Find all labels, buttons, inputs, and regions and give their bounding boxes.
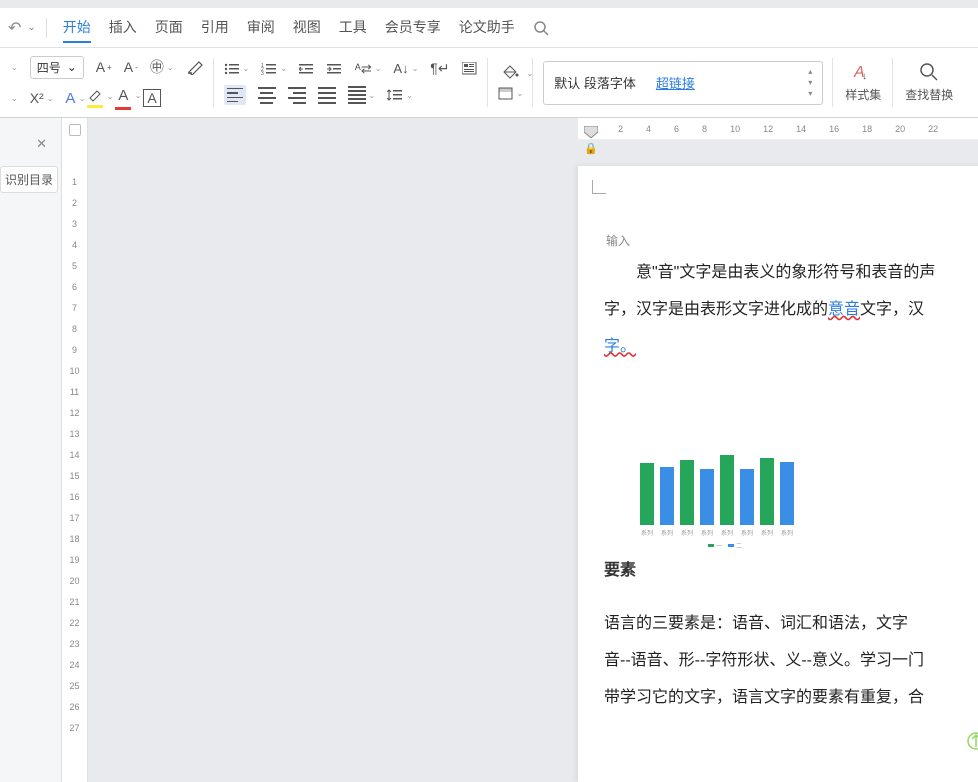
tab-8[interactable]: 论文助手: [459, 13, 515, 43]
sort-button[interactable]: A↓⌄: [393, 61, 418, 76]
shading-button[interactable]: ⌄: [498, 65, 524, 79]
close-panel-icon[interactable]: ✕: [36, 136, 47, 152]
font-size-select[interactable]: 四号⌄: [30, 56, 84, 79]
style-scroll-down-icon[interactable]: ▾: [808, 78, 812, 87]
chart-bar: [760, 458, 774, 526]
chart-bar: [780, 462, 794, 525]
numbered-list-button[interactable]: 123⌄: [261, 62, 287, 76]
decrease-indent-button[interactable]: [299, 62, 315, 76]
subscript-button[interactable]: ⌄: [10, 94, 18, 103]
highlight-color-button[interactable]: ⌄: [87, 88, 103, 108]
align-center-button[interactable]: [258, 87, 276, 104]
font-color-button[interactable]: A⌄: [115, 87, 131, 110]
svg-text:3: 3: [261, 71, 264, 76]
paragraph-2[interactable]: 语言的三要素是：语音、词汇和语法，文字 音--语音、形--字符形状、义--意义。…: [604, 606, 978, 716]
divider: [46, 18, 47, 38]
decrease-font-button[interactable]: A-: [124, 59, 138, 75]
tab-2[interactable]: 页面: [155, 13, 183, 43]
heading-elements[interactable]: 要素: [604, 556, 978, 580]
style-gallery[interactable]: 默认 段落字体 超链接 ▴ ▾ ▾: [543, 61, 823, 105]
style-set-icon: A↓: [852, 62, 874, 82]
tab-1[interactable]: 插入: [109, 13, 137, 43]
char-border-button[interactable]: A: [143, 89, 160, 107]
page-corner-icon: [592, 180, 606, 194]
chart-bar: [700, 469, 714, 525]
distribute-button[interactable]: ⌄: [348, 86, 376, 104]
clear-format-button[interactable]: [186, 59, 204, 75]
style-set-button[interactable]: A↓ 样式集: [833, 48, 893, 117]
toc-button[interactable]: 识别目录: [0, 166, 58, 193]
font-dropdown[interactable]: ⌄: [10, 63, 18, 72]
style-hyperlink[interactable]: 超链接: [656, 73, 695, 92]
chart-bar: [680, 460, 694, 525]
tab-0[interactable]: 开始: [63, 13, 91, 43]
tab-5[interactable]: 视图: [293, 13, 321, 43]
phonetic-guide-button[interactable]: ㊥⌄: [150, 57, 174, 77]
table-of-contents-button[interactable]: [462, 62, 478, 76]
ruler-origin-icon: [69, 124, 81, 136]
chart-bar: [740, 469, 754, 525]
toolbar: ⌄ 四号⌄ A+ A- ㊥⌄ ⌄ X²⌄ A⌄ ⌄ A⌄ A ⌄ 123⌄ ᴬ⇄…: [0, 48, 978, 118]
paragraph-1[interactable]: 意"音"文字是由表义的象形符号和表音的声 字，汉字是由表形文字进化成的意音文字，…: [604, 255, 978, 365]
chart-bar: [640, 463, 654, 525]
align-justify-button[interactable]: [318, 87, 336, 104]
outline-panel: ✕ 识别目录: [0, 118, 62, 782]
text-effect-button[interactable]: A⌄: [65, 90, 75, 107]
tab-4[interactable]: 审阅: [247, 13, 275, 43]
input-label: 输入: [606, 232, 978, 249]
horizontal-ruler: 246810121416182022: [578, 118, 978, 140]
style-scroll-up-icon[interactable]: ▴: [808, 67, 812, 76]
search-icon[interactable]: [533, 20, 549, 36]
align-right-button[interactable]: [288, 87, 306, 104]
undo-icon[interactable]: ↶: [8, 18, 21, 38]
undo-dropdown-icon[interactable]: ⌄: [27, 22, 35, 33]
border-button[interactable]: ⌄: [498, 87, 524, 101]
increase-font-button[interactable]: A+: [96, 59, 112, 75]
indent-marker-icon[interactable]: [584, 126, 598, 138]
watermark: 极光下载站 www.xz7.com: [967, 732, 978, 766]
align-left-button[interactable]: [224, 85, 246, 105]
vertical-ruler: 1234567891011121314151617181920212223242…: [62, 118, 88, 782]
chart-bar: [720, 455, 734, 525]
bar-chart[interactable]: 系列系列系列系列系列系列系列系列 一 二: [640, 455, 810, 550]
text-direction-button[interactable]: ᴬ⇄⌄: [355, 61, 382, 77]
style-default[interactable]: 默认 段落字体: [554, 73, 636, 92]
chart-bar: [660, 467, 674, 526]
tab-3[interactable]: 引用: [201, 13, 229, 43]
tab-6[interactable]: 工具: [339, 13, 367, 43]
superscript-button[interactable]: X²⌄: [30, 90, 54, 106]
lock-icon: 🔒: [584, 142, 598, 155]
highlighted-text: 意音: [828, 301, 860, 318]
menu-bar: ↶ ⌄ 开始插入页面引用审阅视图工具会员专享论文助手: [0, 8, 978, 48]
find-icon: [919, 62, 939, 82]
line-spacing-button[interactable]: ⌄: [387, 88, 413, 102]
tab-7[interactable]: 会员专享: [385, 13, 441, 43]
bullet-list-button[interactable]: ⌄: [224, 62, 250, 76]
document-page: 输入 意"音"文字是由表义的象形符号和表音的声 字，汉字是由表形文字进化成的意音…: [578, 166, 978, 782]
increase-indent-button[interactable]: [327, 62, 343, 76]
find-replace-button[interactable]: 查找替换: [893, 48, 965, 117]
show-marks-button[interactable]: ¶↵: [430, 60, 449, 77]
svg-text:↓: ↓: [862, 71, 867, 82]
style-expand-icon[interactable]: ▾: [808, 89, 812, 98]
